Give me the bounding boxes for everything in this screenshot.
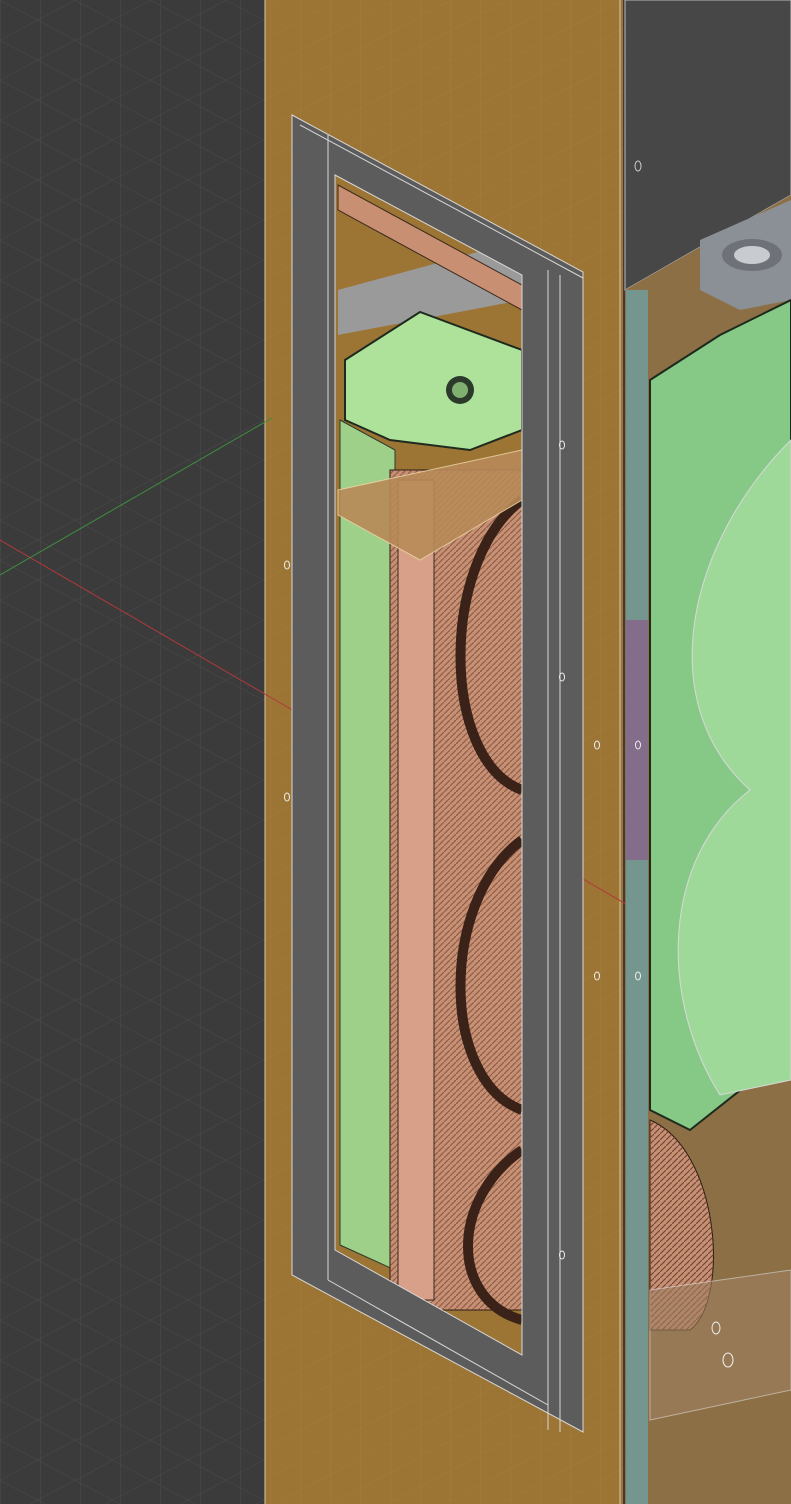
right-interior[interactable]	[625, 195, 791, 1504]
viewport-canvas[interactable]	[0, 0, 791, 1504]
interior-components[interactable]	[335, 175, 526, 1355]
3d-viewport[interactable]	[0, 0, 791, 1504]
